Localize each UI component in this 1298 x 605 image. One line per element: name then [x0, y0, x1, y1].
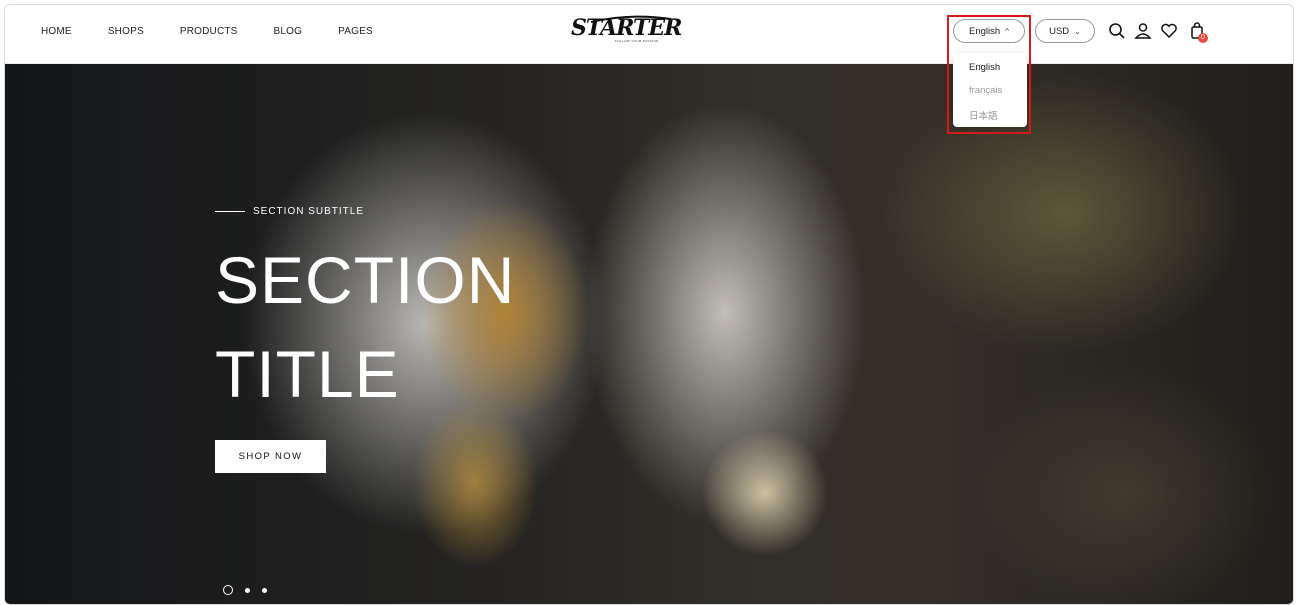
slider-dot-2[interactable]: [245, 587, 250, 593]
subtitle-line: [215, 211, 245, 212]
main-nav: HOME SHOPS PRODUCTS BLOG PAGES: [41, 5, 373, 57]
account-icon[interactable]: [1133, 21, 1153, 41]
hero-title-line2: TITLE: [215, 337, 400, 411]
hero-background-image: [5, 63, 1293, 604]
slider-dot-1[interactable]: [223, 585, 233, 595]
hero-title: SECTION TITLE: [215, 233, 515, 421]
chevron-down-icon: ⌄: [1074, 26, 1081, 36]
cart-count-badge: 0: [1198, 33, 1208, 43]
cart-bag-icon[interactable]: 0: [1187, 21, 1208, 43]
nav-pages[interactable]: PAGES: [338, 26, 373, 37]
slider-dot-3[interactable]: [262, 587, 267, 593]
currency-selected-label: USD: [1049, 25, 1070, 37]
slider-pagination: [223, 585, 267, 595]
logo-swoosh-icon: [591, 15, 671, 23]
nav-products[interactable]: PRODUCTS: [180, 26, 238, 37]
wishlist-heart-icon[interactable]: [1159, 21, 1179, 41]
search-icon[interactable]: [1107, 21, 1127, 41]
annotation-highlight-box: [947, 15, 1031, 134]
nav-shops[interactable]: SHOPS: [108, 26, 144, 37]
site-logo[interactable]: STARTER FOLLOW YOUR PASSION: [571, 15, 683, 45]
browser-frame: HOME SHOPS PRODUCTS BLOG PAGES STARTER F…: [4, 4, 1294, 605]
logo-tagline: FOLLOW YOUR PASSION: [615, 39, 659, 43]
hero-title-line1: SECTION: [215, 243, 516, 317]
nav-blog[interactable]: BLOG: [274, 26, 303, 37]
site-header: HOME SHOPS PRODUCTS BLOG PAGES STARTER F…: [5, 5, 1293, 64]
hero-slider: SECTION SUBTITLE SECTION TITLE SHOP NOW: [5, 63, 1293, 604]
nav-home[interactable]: HOME: [41, 26, 72, 37]
currency-selector[interactable]: USD ⌄: [1035, 19, 1095, 43]
shop-now-button[interactable]: SHOP NOW: [215, 440, 326, 473]
hero-subtitle: SECTION SUBTITLE: [215, 206, 364, 217]
hero-subtitle-text: SECTION SUBTITLE: [253, 206, 365, 217]
